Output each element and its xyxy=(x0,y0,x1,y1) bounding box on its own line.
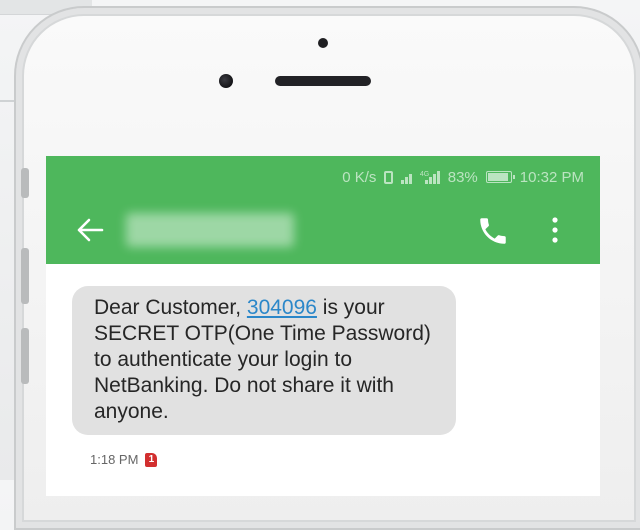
message-meta: 1:18 PM 1 xyxy=(90,452,158,467)
phone-screen: 0 K/s 4G 83% 10:32 PM Dear Customer, 304… xyxy=(46,156,600,496)
proximity-sensor xyxy=(318,38,328,48)
arrow-left-icon xyxy=(77,218,104,242)
sim-badge: 1 xyxy=(145,452,158,467)
battery-percent: 83% xyxy=(447,168,478,186)
message-time: 1:18 PM xyxy=(90,452,139,467)
status-bar: 0 K/s 4G 83% 10:32 PM xyxy=(342,167,584,187)
message-text-start: Dear Customer, xyxy=(94,296,247,319)
call-button[interactable] xyxy=(476,214,510,248)
network-type: 4G xyxy=(419,170,430,178)
front-camera xyxy=(219,74,233,88)
earpiece-speaker xyxy=(275,76,371,86)
back-button[interactable] xyxy=(72,212,108,248)
volume-down-button xyxy=(21,328,29,384)
side-button xyxy=(21,168,29,198)
cell-signal-icon: 4G xyxy=(419,170,440,184)
clock: 10:32 PM xyxy=(519,168,584,186)
message-bubble[interactable]: Dear Customer, 304096 is your SECRET OTP… xyxy=(72,286,456,435)
more-vert-icon xyxy=(552,217,558,243)
wifi-signal-icon xyxy=(401,171,412,184)
app-bar: 0 K/s 4G 83% 10:32 PM xyxy=(46,156,600,264)
contact-name-redacted xyxy=(126,213,294,247)
network-speed: 0 K/s xyxy=(342,168,377,186)
otp-code-link[interactable]: 304096 xyxy=(247,296,317,319)
overflow-menu-button[interactable] xyxy=(542,212,568,248)
phone-icon xyxy=(480,218,506,244)
battery-icon xyxy=(485,171,515,183)
volume-up-button xyxy=(21,248,29,304)
vibrate-icon xyxy=(384,170,394,184)
